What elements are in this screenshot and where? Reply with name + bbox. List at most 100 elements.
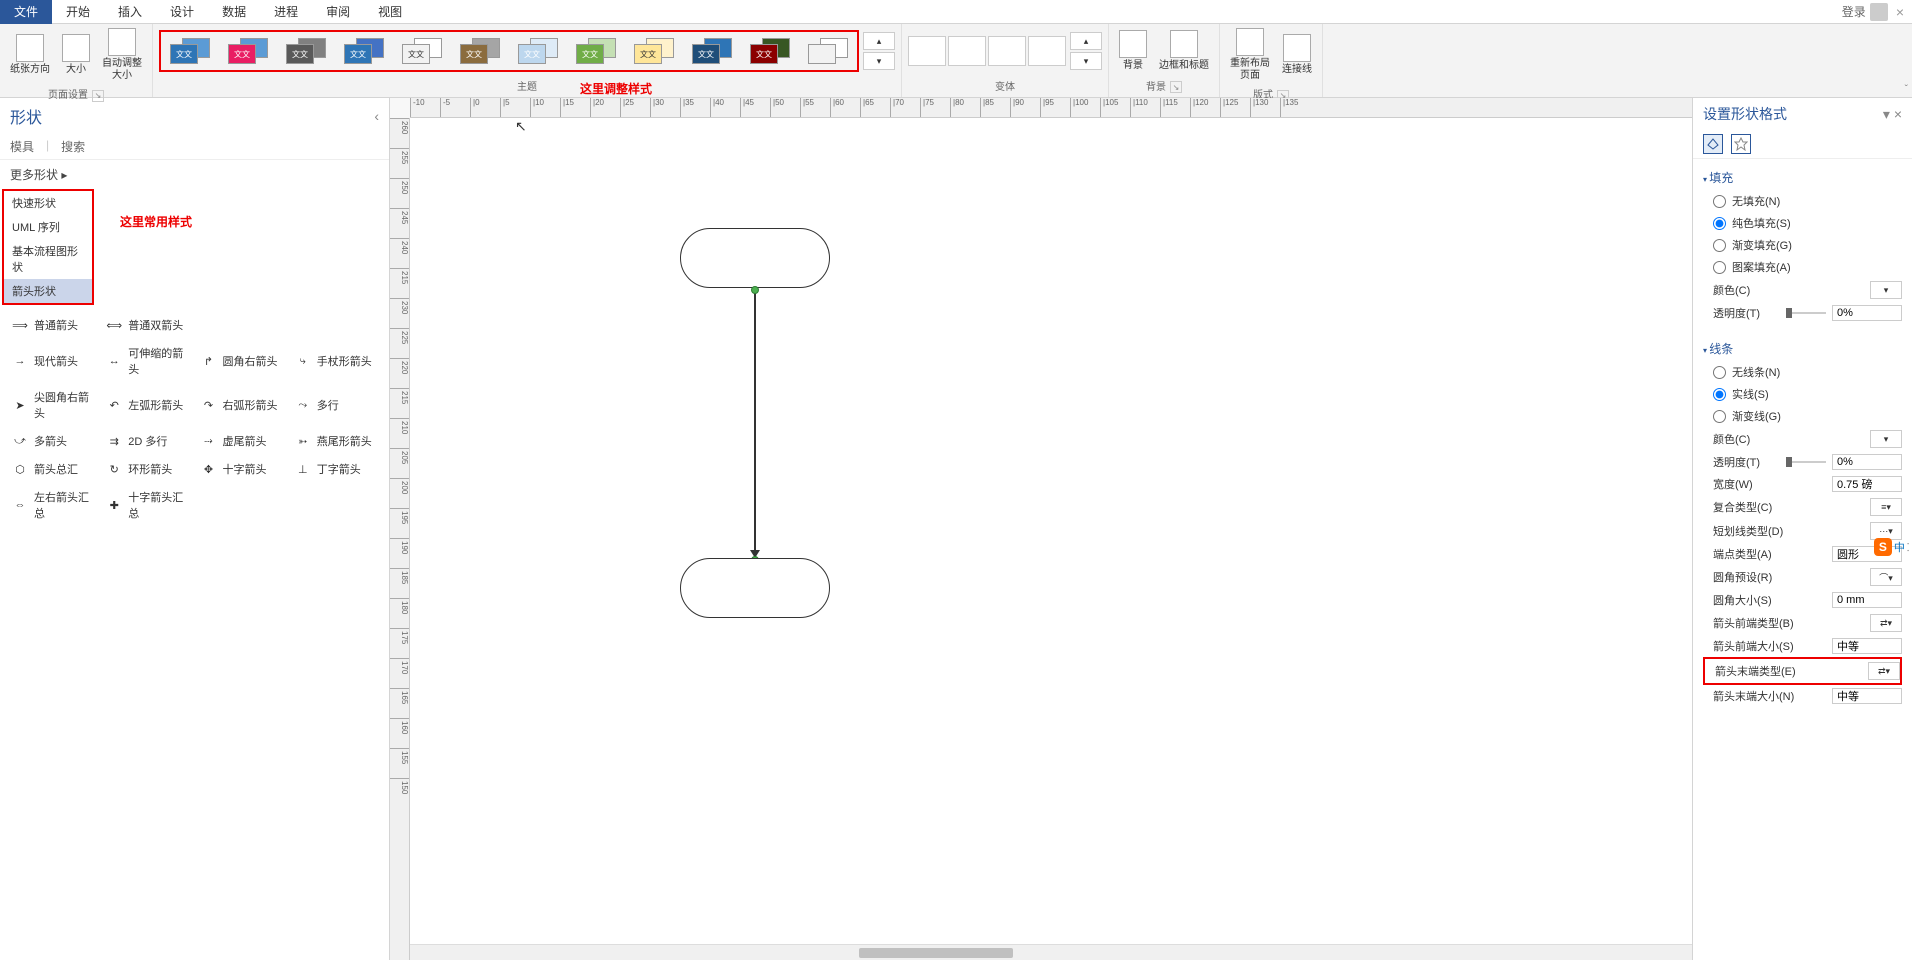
theme-item-10[interactable]: 文文 <box>742 33 798 69</box>
shape-19[interactable]: ⊥丁字箭头 <box>291 457 381 481</box>
fill-pattern-radio[interactable] <box>1713 261 1726 274</box>
theme-item-8[interactable]: 文文 <box>626 33 682 69</box>
line-transparency-input[interactable] <box>1832 454 1902 470</box>
theme-item-7[interactable]: 文文 <box>568 33 624 69</box>
theme-item-9[interactable]: 文文 <box>684 33 740 69</box>
collapse-shapes-icon[interactable]: ‹ <box>374 108 379 124</box>
fill-transparency-slider[interactable] <box>1786 312 1826 314</box>
theme-item-0[interactable]: 文文 <box>162 33 218 69</box>
theme-up[interactable]: ▴ <box>863 32 895 50</box>
shape-9[interactable]: ↶左弧形箭头 <box>102 385 192 425</box>
shape-11[interactable]: ⤳多行 <box>291 385 381 425</box>
close-pane-icon[interactable]: ▾ × <box>1883 106 1902 123</box>
theme-item-2[interactable]: 文文 <box>278 33 334 69</box>
theme-item-11[interactable] <box>800 33 856 69</box>
tab-search[interactable]: 搜索 <box>61 138 85 155</box>
fill-none-radio[interactable] <box>1713 195 1726 208</box>
tab-review[interactable]: 审阅 <box>312 0 364 24</box>
fill-solid-radio[interactable] <box>1713 217 1726 230</box>
connection-handle-start[interactable] <box>751 286 759 294</box>
fill-color-picker[interactable]: ▾ <box>1870 281 1902 299</box>
fill-transparency-input[interactable] <box>1832 305 1902 321</box>
end-arrow-size-dropdown[interactable] <box>1832 688 1902 704</box>
variant-down[interactable]: ▾ <box>1070 52 1102 70</box>
close-icon[interactable]: × <box>1896 4 1904 20</box>
shape-20[interactable]: ⇔左右箭头汇总 <box>8 485 98 525</box>
theme-item-1[interactable]: 文文 <box>220 33 276 69</box>
line-solid-radio[interactable] <box>1713 388 1726 401</box>
scroll-thumb[interactable] <box>859 948 1013 958</box>
theme-item-6[interactable]: 文文 <box>510 33 566 69</box>
line-transparency-slider[interactable] <box>1786 461 1826 463</box>
theme-down[interactable]: ▾ <box>863 52 895 70</box>
effects-tab-icon[interactable] <box>1731 134 1751 154</box>
shape-6[interactable]: ↱圆角右箭头 <box>197 341 287 381</box>
corner-dropdown[interactable]: ⌒▾ <box>1870 568 1902 586</box>
theme-item-3[interactable]: 文文 <box>336 33 392 69</box>
tab-insert[interactable]: 插入 <box>104 0 156 24</box>
shape-0[interactable]: ⟹普通箭头 <box>8 313 98 337</box>
border-title-button[interactable]: 边框和标题 <box>1153 28 1215 74</box>
theme-gallery[interactable]: 文文文文文文文文文文文文文文文文文文文文文文 <box>159 30 859 72</box>
page-setup-launcher[interactable]: ↘ <box>92 90 104 102</box>
shape-10[interactable]: ↷右弧形箭头 <box>197 385 287 425</box>
corner-size-input[interactable] <box>1832 592 1902 608</box>
connector-button[interactable]: 连接线 <box>1276 32 1318 78</box>
orientation-button[interactable]: 纸张方向 <box>4 32 56 78</box>
shape-14[interactable]: ⤑虚尾箭头 <box>197 429 287 453</box>
variant-2[interactable] <box>948 36 986 66</box>
shape-18[interactable]: ✥十字箭头 <box>197 457 287 481</box>
line-width-input[interactable] <box>1832 476 1902 492</box>
bg-launcher[interactable]: ↘ <box>1170 81 1182 93</box>
shape-5[interactable]: ↔可伸缩的箭头 <box>102 341 192 381</box>
variant-3[interactable] <box>988 36 1026 66</box>
shape-4[interactable]: →现代箭头 <box>8 341 98 381</box>
line-none-radio[interactable] <box>1713 366 1726 379</box>
line-color-picker[interactable]: ▾ <box>1870 430 1902 448</box>
shape-15[interactable]: ➳燕尾形箭头 <box>291 429 381 453</box>
login-area[interactable]: 登录 × <box>1842 3 1912 21</box>
stencil-arrows[interactable]: 箭头形状 <box>4 279 92 303</box>
line-gradient-radio[interactable] <box>1713 410 1726 423</box>
canvas[interactable]: ↖ <box>410 118 1692 960</box>
size-button[interactable]: 大小 <box>56 32 96 78</box>
variant-up[interactable]: ▴ <box>1070 32 1102 50</box>
tab-file[interactable]: 文件 <box>0 0 52 24</box>
stencil-quick[interactable]: 快速形状 <box>4 191 92 215</box>
theme-item-5[interactable]: 文文 <box>452 33 508 69</box>
collapse-ribbon-icon[interactable]: ˇ <box>1905 84 1908 95</box>
shape-8[interactable]: ➤尖圆角右箭头 <box>8 385 98 425</box>
shape-1[interactable]: ⟺普通双箭头 <box>102 313 192 337</box>
shape-21[interactable]: ✚十字箭头汇总 <box>102 485 192 525</box>
variant-4[interactable] <box>1028 36 1066 66</box>
tab-data[interactable]: 数据 <box>208 0 260 24</box>
tab-design[interactable]: 设计 <box>156 0 208 24</box>
begin-arrow-size-dropdown[interactable] <box>1832 638 1902 654</box>
tab-view[interactable]: 视图 <box>364 0 416 24</box>
more-shapes-button[interactable]: 更多形状 ▸ <box>0 160 389 189</box>
variant-gallery[interactable] <box>906 32 1068 70</box>
tab-home[interactable]: 开始 <box>52 0 104 24</box>
scrollbar-horizontal[interactable] <box>410 944 1692 960</box>
tab-stencil[interactable]: 模具 <box>10 138 34 155</box>
stencil-flowchart[interactable]: 基本流程图形状 <box>4 239 92 279</box>
relayout-button[interactable]: 重新布局 页面 <box>1224 26 1276 84</box>
end-arrow-type-dropdown[interactable]: ⇄▾ <box>1868 662 1900 680</box>
stencil-uml[interactable]: UML 序列 <box>4 215 92 239</box>
background-button[interactable]: 背景 <box>1113 28 1153 74</box>
shape-13[interactable]: ⇉2D 多行 <box>102 429 192 453</box>
shape-7[interactable]: ⤷手杖形箭头 <box>291 341 381 381</box>
fill-line-tab-icon[interactable] <box>1703 134 1723 154</box>
begin-arrow-type-dropdown[interactable]: ⇄▾ <box>1870 614 1902 632</box>
line-section-header[interactable]: 线条 <box>1703 336 1902 361</box>
flowchart-terminator-2[interactable] <box>680 558 830 618</box>
fill-section-header[interactable]: 填充 <box>1703 165 1902 190</box>
theme-item-4[interactable]: 文文 <box>394 33 450 69</box>
compound-dropdown[interactable]: ≡▾ <box>1870 498 1902 516</box>
connector-1[interactable] <box>754 288 756 558</box>
shape-16[interactable]: ⬡箭头总汇 <box>8 457 98 481</box>
shape-12[interactable]: ⤻多箭头 <box>8 429 98 453</box>
variant-1[interactable] <box>908 36 946 66</box>
fill-gradient-radio[interactable] <box>1713 239 1726 252</box>
tab-process[interactable]: 进程 <box>260 0 312 24</box>
